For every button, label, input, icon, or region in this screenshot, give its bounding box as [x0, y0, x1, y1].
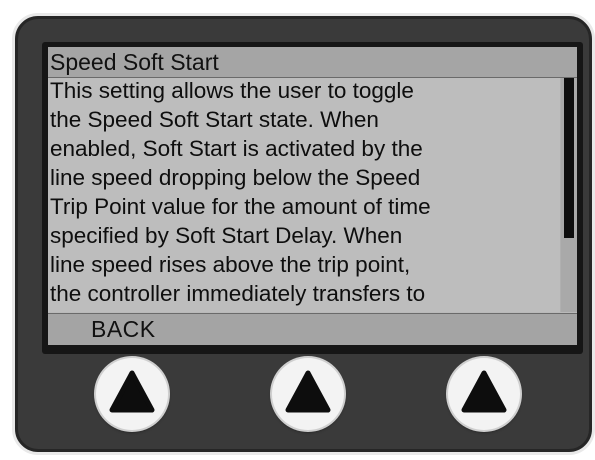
softkey-right-button[interactable]: [448, 358, 520, 430]
help-text-line: line speed rises above the trip point,: [50, 252, 411, 277]
help-text-line: the Speed Soft Start state. When: [50, 107, 379, 132]
scrollbar-thumb[interactable]: [564, 78, 574, 238]
device-housing: Speed Soft Start This setting allows the…: [12, 13, 595, 455]
title-bar: Speed Soft Start: [48, 47, 577, 78]
up-arrow-icon: [285, 370, 331, 413]
up-arrow-icon: [109, 370, 155, 413]
softkey-left-button[interactable]: [96, 358, 168, 430]
page-title: Speed Soft Start: [50, 49, 219, 75]
display-bezel: Speed Soft Start This setting allows the…: [42, 42, 583, 354]
help-text-line: Trip Point value for the amount of time: [50, 194, 431, 219]
scrollbar-track[interactable]: [560, 78, 577, 312]
back-softkey-label: BACK: [91, 316, 156, 342]
lcd-screen: Speed Soft Start This setting allows the…: [48, 47, 577, 345]
help-text-line: specified by Soft Start Delay. When: [50, 223, 403, 248]
help-text-line: line speed dropping below the Speed: [50, 165, 421, 190]
help-text-line: the controller immediately transfers to: [50, 281, 426, 306]
softkey-label-bar: BACK: [48, 313, 577, 345]
help-text-line: This setting allows the user to toggle: [50, 78, 414, 103]
softkey-middle-button[interactable]: [272, 358, 344, 430]
up-arrow-icon: [461, 370, 507, 413]
help-text-area[interactable]: This setting allows the user to toggle t…: [48, 78, 577, 312]
help-text-line: enabled, Soft Start is activated by the: [50, 136, 423, 161]
